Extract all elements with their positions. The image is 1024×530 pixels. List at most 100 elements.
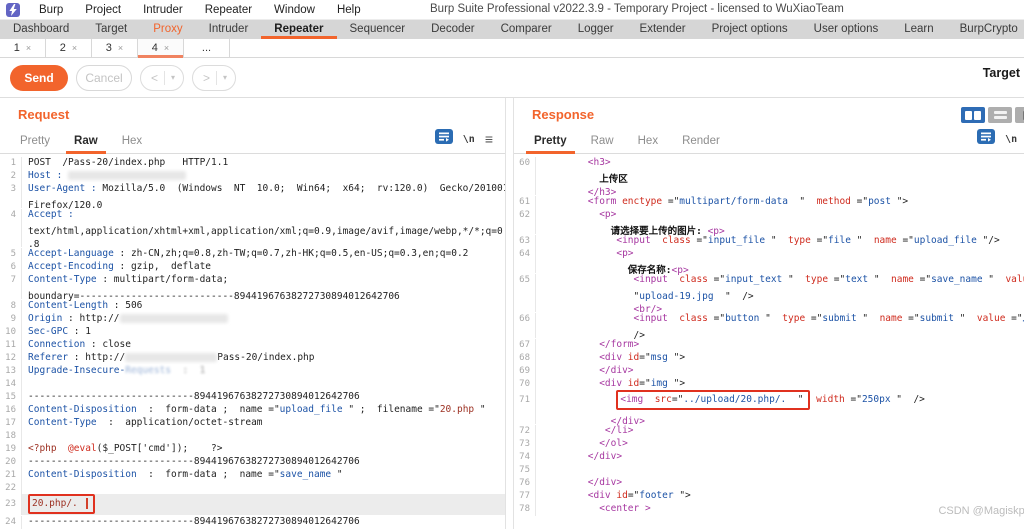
redacted-text bbox=[68, 171, 186, 180]
code-line: 77 <div id="footer "> bbox=[514, 489, 1024, 502]
repeater-tab-label: ... bbox=[202, 42, 211, 54]
code-line: 上传区 bbox=[514, 169, 1024, 182]
code-line: 71 <img src="../upload/20.php/. " width … bbox=[514, 390, 1024, 411]
back-arrow-icon: < bbox=[141, 71, 165, 85]
code-line: 3User-Agent : Mozilla/5.0 (Windows NT 10… bbox=[0, 182, 505, 195]
request-editor[interactable]: 1POST /Pass-20/index.php HTTP/1.12Host :… bbox=[0, 154, 505, 529]
code-line: 11Connection : close bbox=[0, 338, 505, 351]
view-tab-hex[interactable]: Hex bbox=[110, 131, 154, 153]
view-tab-render[interactable]: Render bbox=[670, 131, 732, 153]
code-line: 10Sec-GPC : 1 bbox=[0, 325, 505, 338]
repeater-tab-3[interactable]: 3× bbox=[92, 39, 138, 57]
line-number bbox=[0, 221, 22, 234]
tab-dashboard[interactable]: Dashboard bbox=[0, 20, 82, 39]
watermark: CSDN @Magiskpig bbox=[938, 505, 1024, 517]
newline-icon[interactable]: \n bbox=[463, 134, 475, 145]
code-line: </h3> bbox=[514, 182, 1024, 195]
view-tab-hex[interactable]: Hex bbox=[626, 131, 670, 153]
menu-help[interactable]: Help bbox=[326, 4, 372, 16]
repeater-tab-...[interactable]: ... bbox=[184, 39, 230, 57]
menu-intruder[interactable]: Intruder bbox=[132, 4, 194, 16]
view-tab-pretty[interactable]: Pretty bbox=[522, 131, 579, 153]
tab-repeater[interactable]: Repeater bbox=[261, 20, 336, 39]
line-number: 23 bbox=[0, 494, 22, 515]
chevron-down-icon[interactable]: ▾ bbox=[165, 73, 183, 82]
code-line: 73 </ol> bbox=[514, 437, 1024, 450]
tab-burpcrypto[interactable]: BurpCrypto bbox=[947, 20, 1024, 39]
text-cursor bbox=[86, 498, 88, 509]
code-line: 24-----------------------------894419676… bbox=[0, 515, 505, 528]
response-header: Response bbox=[514, 98, 1024, 128]
close-icon[interactable]: × bbox=[72, 43, 77, 53]
view-tab-raw[interactable]: Raw bbox=[579, 131, 626, 153]
tab-learn[interactable]: Learn bbox=[891, 20, 946, 39]
repeater-tab-label: 2 bbox=[60, 42, 66, 54]
menu-window[interactable]: Window bbox=[263, 4, 326, 16]
line-number bbox=[514, 299, 536, 312]
code-line: 20-----------------------------894419676… bbox=[0, 455, 505, 468]
main-tab-bar: DashboardTargetProxyIntruderRepeaterSequ… bbox=[0, 20, 1024, 39]
code-line: 72 </li> bbox=[514, 424, 1024, 437]
layout-rows-button[interactable] bbox=[988, 107, 1012, 123]
word-wrap-icon[interactable] bbox=[435, 129, 453, 149]
tab-project-options[interactable]: Project options bbox=[699, 20, 801, 39]
tab-extender[interactable]: Extender bbox=[627, 20, 699, 39]
menu-project[interactable]: Project bbox=[74, 4, 132, 16]
code-line: 60 <h3> bbox=[514, 156, 1024, 169]
close-icon[interactable]: × bbox=[118, 43, 123, 53]
send-button[interactable]: Send bbox=[10, 65, 68, 91]
code-line: 1POST /Pass-20/index.php HTTP/1.1 bbox=[0, 156, 505, 169]
code-line: 76 </div> bbox=[514, 476, 1024, 489]
close-icon[interactable]: × bbox=[164, 43, 169, 53]
repeater-tab-label: 3 bbox=[106, 42, 112, 54]
tab-user-options[interactable]: User options bbox=[801, 20, 892, 39]
tab-target[interactable]: Target bbox=[82, 20, 140, 39]
repeater-tab-4[interactable]: 4× bbox=[138, 39, 184, 57]
code-line: 5Accept-Language : zh-CN,zh;q=0.8,zh-TW;… bbox=[0, 247, 505, 260]
line-number bbox=[0, 234, 22, 247]
code-line: 67 </form> bbox=[514, 338, 1024, 351]
view-tab-raw[interactable]: Raw bbox=[62, 131, 110, 153]
code-line: 13Upgrade-Insecure-Requests : 1 bbox=[0, 364, 505, 377]
code-line: 16Content-Disposition : form-data ; name… bbox=[0, 403, 505, 416]
tab-logger[interactable]: Logger bbox=[565, 20, 627, 39]
code-line: 15-----------------------------894419676… bbox=[0, 390, 505, 403]
line-number bbox=[0, 195, 22, 208]
layout-columns-button[interactable] bbox=[961, 107, 985, 123]
line-number bbox=[514, 286, 536, 299]
layout-single-button[interactable] bbox=[1015, 107, 1024, 123]
view-tab-pretty[interactable]: Pretty bbox=[8, 131, 62, 153]
tab-comparer[interactable]: Comparer bbox=[488, 20, 565, 39]
history-back-button[interactable]: < ▾ bbox=[140, 65, 184, 91]
code-line: </div> bbox=[514, 411, 1024, 424]
target-label: Target bbox=[983, 66, 1020, 80]
line-number: 78 bbox=[514, 503, 536, 516]
menu-icon[interactable]: ≡ bbox=[485, 134, 493, 144]
line-number bbox=[514, 169, 536, 182]
repeater-tab-1[interactable]: 1× bbox=[0, 39, 46, 57]
history-forward-button[interactable]: > ▾ bbox=[192, 65, 236, 91]
newline-icon[interactable]: \n bbox=[1005, 134, 1017, 145]
close-icon[interactable]: × bbox=[26, 43, 31, 53]
code-line: 68 <div id="msg "> bbox=[514, 351, 1024, 364]
word-wrap-icon[interactable] bbox=[977, 129, 995, 149]
menu-burp[interactable]: Burp bbox=[28, 4, 74, 16]
tab-decoder[interactable]: Decoder bbox=[418, 20, 487, 39]
menu-repeater[interactable]: Repeater bbox=[194, 4, 263, 16]
cancel-button[interactable]: Cancel bbox=[76, 65, 132, 91]
request-editor-icons: \n ≡ bbox=[435, 129, 505, 153]
tab-intruder[interactable]: Intruder bbox=[196, 20, 262, 39]
chevron-down-icon[interactable]: ▾ bbox=[217, 73, 235, 82]
repeater-tab-label: 1 bbox=[14, 42, 20, 54]
code-line: 21Content-Disposition : form-data ; name… bbox=[0, 468, 505, 481]
response-title: Response bbox=[532, 107, 594, 122]
repeater-tab-label: 4 bbox=[152, 42, 158, 54]
burp-suite-window: BurpProjectIntruderRepeaterWindowHelp Bu… bbox=[0, 0, 1024, 530]
request-view-tabs: PrettyRawHex \n ≡ bbox=[0, 128, 505, 154]
tab-proxy[interactable]: Proxy bbox=[140, 20, 195, 39]
tab-sequencer[interactable]: Sequencer bbox=[337, 20, 419, 39]
redacted-text bbox=[120, 314, 228, 323]
code-line: 保存名称:<p> bbox=[514, 260, 1024, 273]
response-editor[interactable]: 60 <h3> 上传区 </h3>61 <form enctype ="mult… bbox=[514, 154, 1024, 529]
repeater-tab-2[interactable]: 2× bbox=[46, 39, 92, 57]
